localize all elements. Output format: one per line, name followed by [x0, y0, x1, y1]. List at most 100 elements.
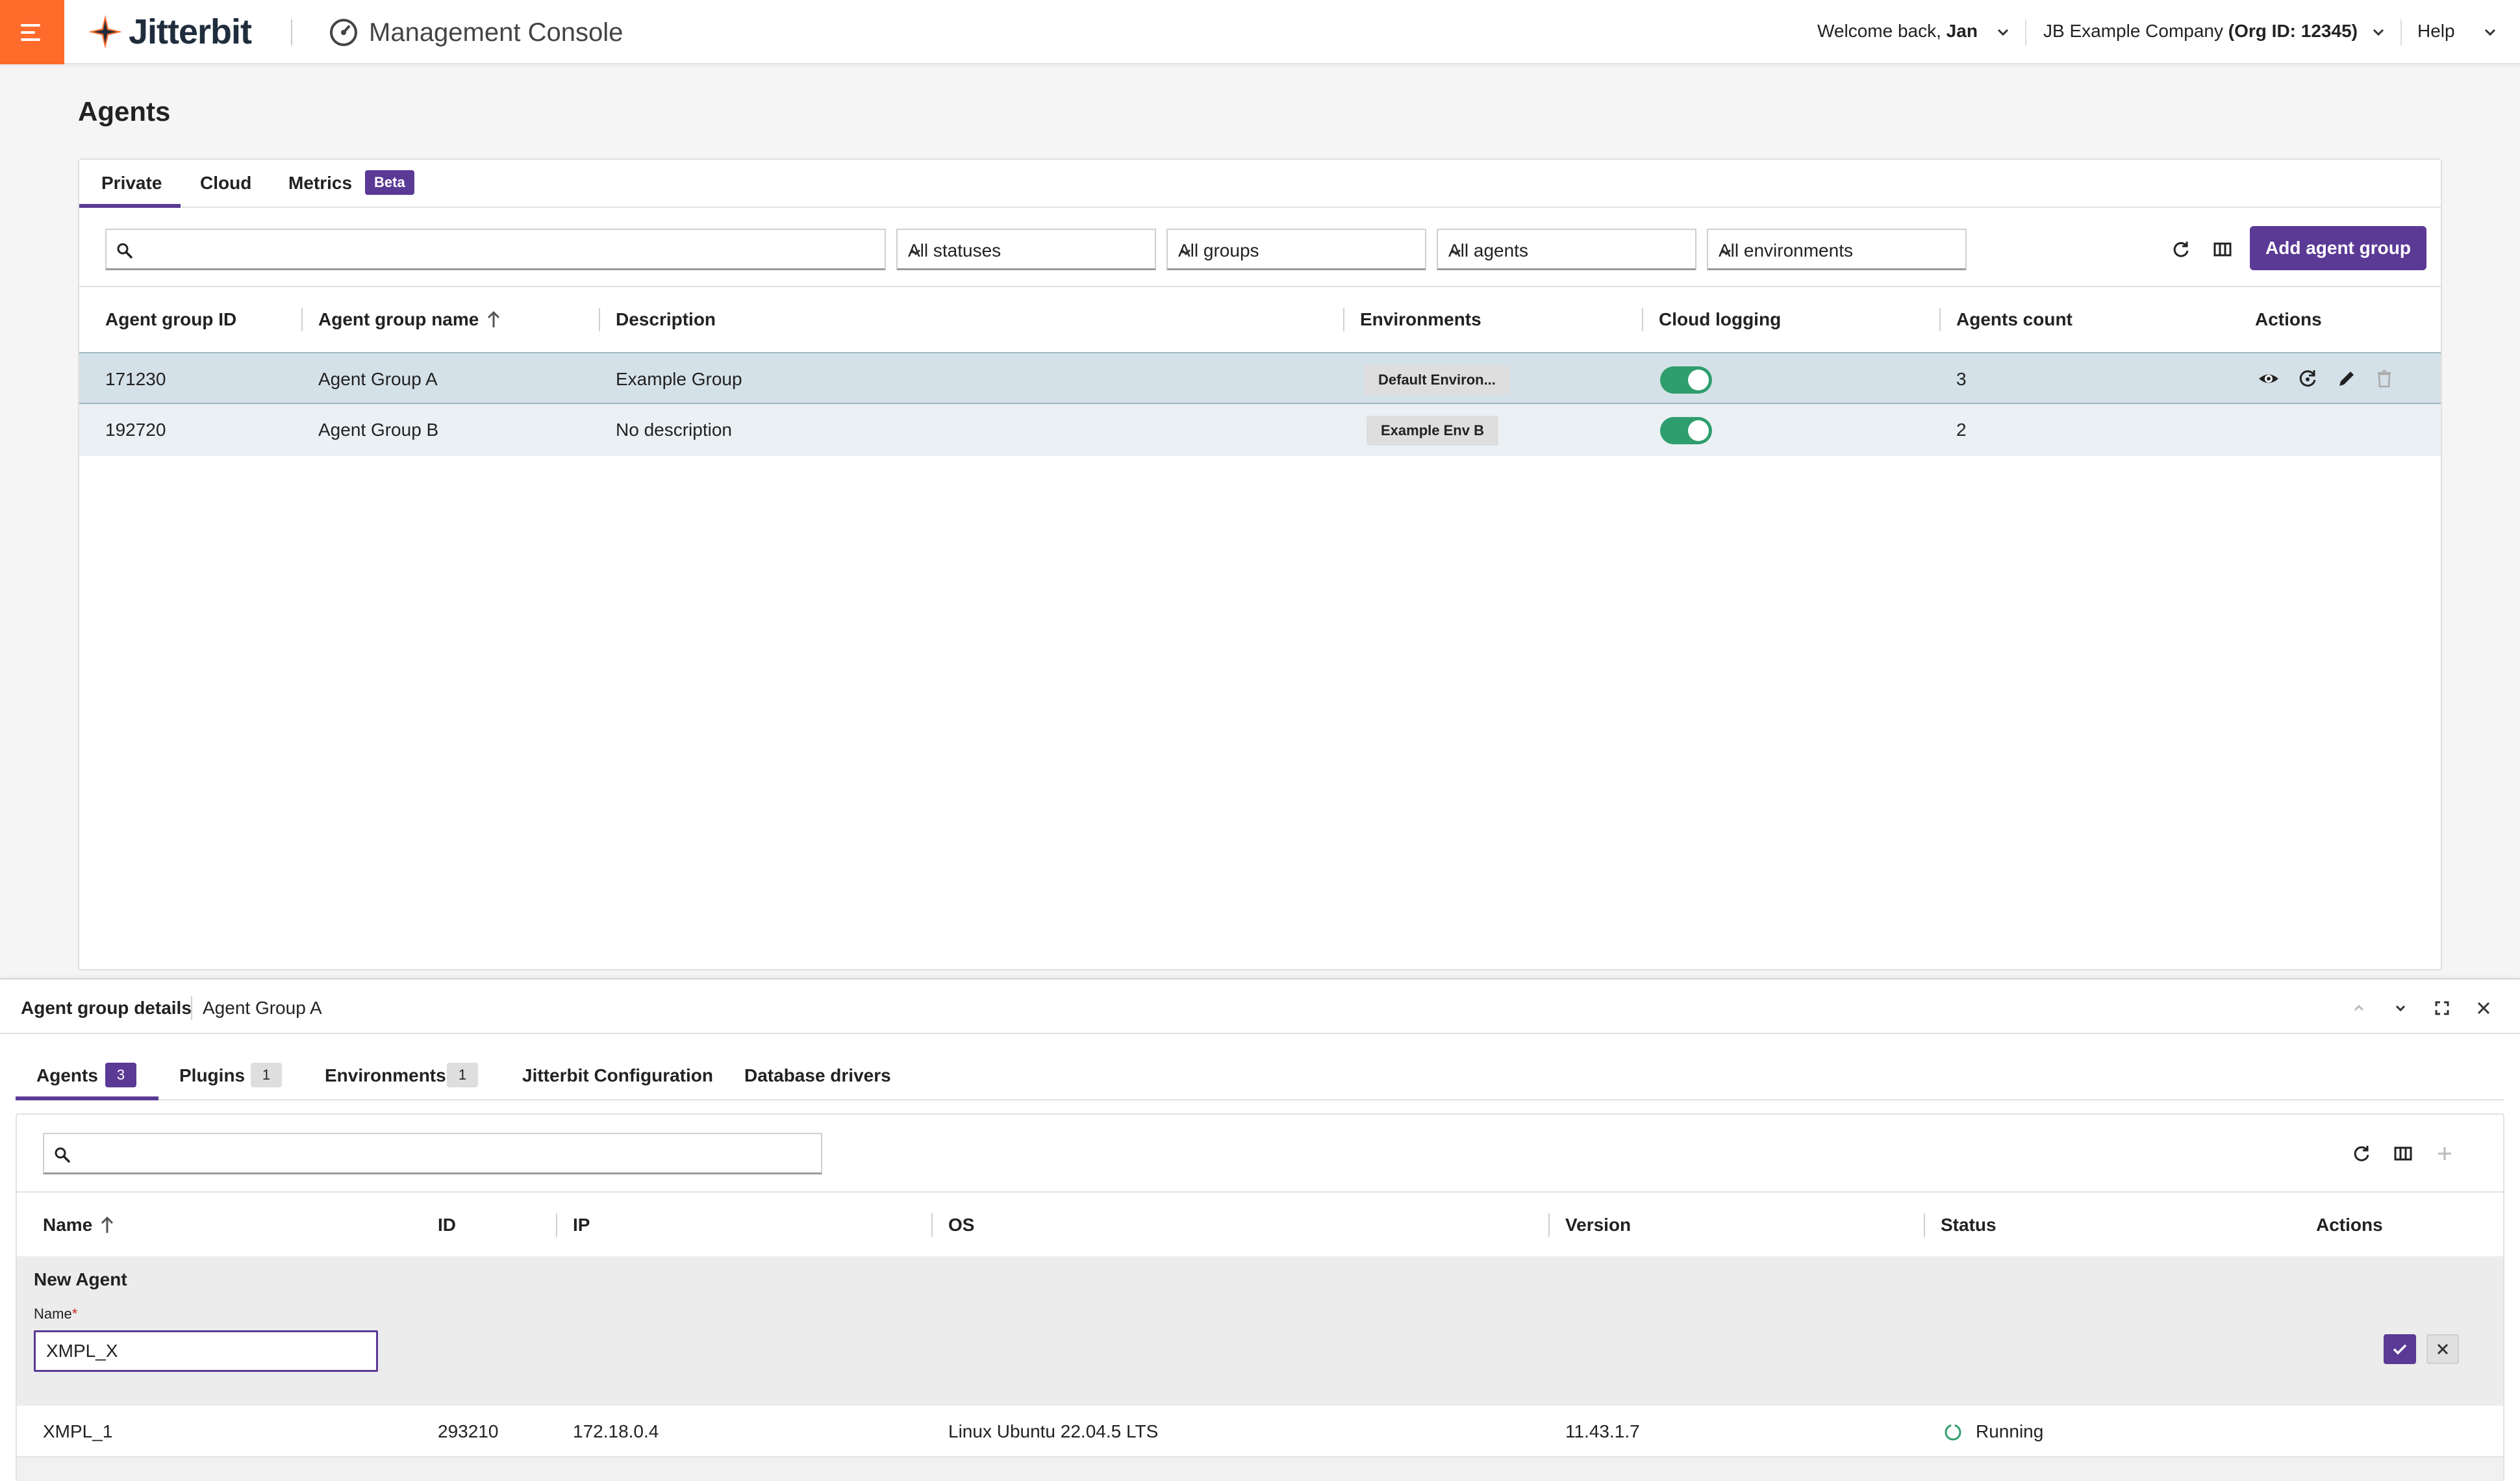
col-version[interactable]: Version	[1565, 1215, 1631, 1235]
column-separator	[931, 1213, 933, 1237]
column-separator	[301, 308, 303, 331]
brand-name: Jitterbit	[129, 12, 252, 51]
plus-icon	[2435, 1144, 2454, 1163]
add-agent-button[interactable]	[2430, 1139, 2459, 1168]
cloud-logging-toggle[interactable]	[1660, 366, 1712, 394]
col-description[interactable]: Description	[616, 309, 716, 330]
new-agent-title: New Agent	[34, 1269, 127, 1289]
col-agents-count[interactable]: Agents count	[1956, 309, 2073, 330]
agent-group-name: Agent Group B	[318, 420, 439, 440]
col-name-label: Name	[43, 1215, 93, 1235]
agent-os: Linux Ubuntu 22.04.5 LTS	[948, 1421, 1159, 1441]
columns-button[interactable]	[2389, 1139, 2417, 1168]
cloud-logging-toggle[interactable]	[1660, 417, 1712, 444]
col-os[interactable]: OS	[948, 1215, 974, 1235]
col-actions: Actions	[2255, 309, 2322, 329]
columns-icon	[2213, 240, 2232, 259]
agents-search-input[interactable]	[83, 1139, 808, 1168]
tab-environments[interactable]: Environments	[325, 1065, 446, 1086]
cancel-new-agent-button[interactable]	[2426, 1334, 2459, 1364]
view-icon[interactable]	[2258, 368, 2280, 390]
col-cloud-logging[interactable]: Cloud logging	[1659, 309, 1781, 330]
agents-count: 3	[1956, 369, 1967, 389]
refresh-icon	[2171, 240, 2191, 259]
col-ip[interactable]: IP	[573, 1215, 590, 1235]
close-icon[interactable]	[2471, 995, 2497, 1021]
add-agent-group-button[interactable]: Add agent group	[2250, 226, 2426, 270]
column-separator	[1939, 308, 1941, 331]
refresh-button[interactable]	[2347, 1139, 2376, 1168]
agent-group-name: Agent Group A	[318, 369, 438, 389]
check-icon	[2391, 1340, 2409, 1358]
refresh-button[interactable]	[2167, 235, 2195, 264]
column-separator	[1924, 1213, 1925, 1237]
status-filter[interactable]: All statuses	[896, 229, 1156, 270]
edit-icon[interactable]	[2336, 368, 2358, 390]
col-name[interactable]: Name	[43, 1215, 116, 1235]
column-separator	[599, 308, 600, 331]
tab-database-drivers[interactable]: Database drivers	[744, 1065, 891, 1086]
delete-icon[interactable]	[2373, 368, 2395, 390]
table-row[interactable]: 192720 Agent Group B No description Exam…	[79, 404, 2441, 456]
top-header: Jitterbit Management Console Welcome bac…	[0, 0, 2520, 64]
app-title: Management Console	[329, 17, 623, 48]
main-menu-button[interactable]	[0, 0, 64, 64]
hamburger-icon	[19, 21, 45, 44]
tab-agents[interactable]: Agents	[36, 1065, 98, 1086]
plugins-count-badge: 1	[251, 1063, 282, 1087]
agents-count-badge: 3	[105, 1063, 136, 1087]
org-selector[interactable]: JB Example Company (Org ID: 12345)	[2043, 21, 2358, 42]
environment-chip[interactable]: Example Env B	[1367, 416, 1498, 446]
expand-icon[interactable]	[2429, 995, 2455, 1021]
agent-tabs: Private Cloud Metrics Beta	[79, 160, 2441, 208]
agents-search[interactable]	[43, 1133, 822, 1174]
company-name: JB Example Company	[2043, 21, 2224, 41]
col-environments[interactable]: Environments	[1360, 309, 1481, 330]
new-agent-name-input[interactable]	[34, 1330, 378, 1372]
sort-ascending-icon	[485, 310, 502, 329]
chevron-down-icon	[1178, 244, 1415, 260]
header-separator	[191, 996, 192, 1020]
help-menu-chevron-icon[interactable]	[2481, 23, 2499, 42]
groups-search-input[interactable]	[145, 235, 872, 264]
agent-group-id: 192720	[105, 420, 166, 440]
col-id[interactable]: ID	[438, 1215, 456, 1235]
col-status[interactable]: Status	[1941, 1215, 1997, 1235]
col-agent-group-name[interactable]: Agent group name	[318, 309, 502, 330]
user-menu-chevron-icon[interactable]	[1994, 23, 2012, 42]
columns-button[interactable]	[2208, 235, 2237, 264]
agents-filter[interactable]: All agents	[1437, 229, 1696, 270]
environments-filter[interactable]: All environments	[1707, 229, 1967, 270]
help-link[interactable]: Help	[2417, 21, 2455, 42]
environment-chip[interactable]: Default Environ...	[1364, 365, 1510, 395]
chevron-up-icon[interactable]	[2346, 995, 2372, 1021]
chevron-down-icon	[1719, 244, 1955, 260]
agent-status: Running	[1976, 1421, 2044, 1441]
agents-count: 2	[1956, 420, 1967, 440]
column-separator	[1343, 308, 1344, 331]
table-row[interactable]: 171230 Agent Group A Example Group Defau…	[79, 352, 2441, 404]
groups-filter[interactable]: All groups	[1166, 229, 1426, 270]
agent-group-description: No description	[616, 420, 732, 440]
toggle-knob	[1688, 370, 1709, 390]
tab-cloud[interactable]: Cloud	[200, 173, 251, 194]
header-separator	[2025, 19, 2026, 45]
page-title: Agents	[78, 96, 171, 127]
groups-search[interactable]	[105, 229, 886, 270]
active-tab-indicator	[16, 1096, 158, 1100]
jitterbit-logo[interactable]: Jitterbit	[87, 12, 252, 52]
tab-jitterbit-configuration[interactable]: Jitterbit Configuration	[522, 1065, 713, 1086]
sort-ascending-icon	[99, 1215, 116, 1235]
column-separator	[556, 1213, 557, 1237]
restart-icon[interactable]	[2297, 368, 2319, 390]
header-divider	[291, 19, 292, 45]
table-row[interactable]: XMPL_1 293210 172.18.0.4 Linux Ubuntu 22…	[17, 1406, 2503, 1458]
tab-metrics[interactable]: Metrics	[288, 173, 352, 194]
chevron-down-icon[interactable]	[2388, 995, 2413, 1021]
org-menu-chevron-icon[interactable]	[2369, 23, 2388, 42]
col-agent-group-id[interactable]: Agent group ID	[105, 309, 236, 330]
confirm-new-agent-button[interactable]	[2384, 1334, 2416, 1364]
tab-private[interactable]: Private	[101, 173, 162, 194]
name-label-text: Name	[34, 1306, 72, 1322]
tab-plugins[interactable]: Plugins	[179, 1065, 245, 1086]
